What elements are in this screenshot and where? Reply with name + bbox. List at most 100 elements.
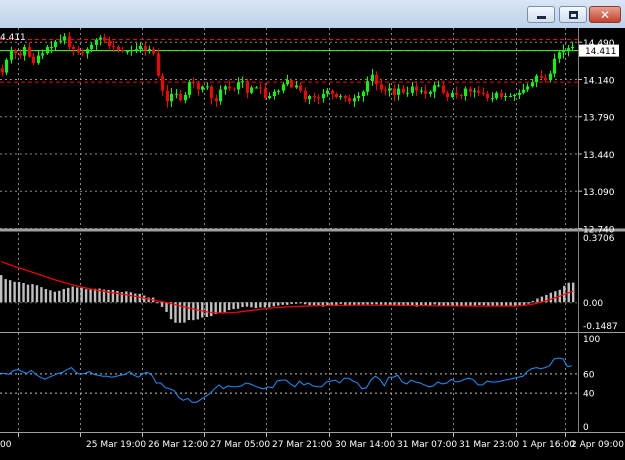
chart-area[interactable]: 4.411 14.49014.14013.79013.44013.09012.7…: [0, 28, 625, 460]
macd-bar: [84, 289, 88, 303]
candle-body: [130, 50, 133, 52]
macd-bar: [272, 302, 275, 307]
macd-bar: [303, 302, 307, 305]
candle-body: [518, 92, 521, 95]
candle-body: [50, 47, 53, 49]
macd-bar: [549, 292, 553, 303]
candle-body: [99, 37, 102, 40]
macd-bar: [469, 302, 472, 306]
candle-body: [362, 91, 365, 96]
candle-body: [317, 97, 320, 99]
macd-bar: [80, 287, 83, 303]
candle-body: [308, 96, 311, 100]
candle-body: [10, 50, 13, 60]
macd-axis-label: 0.3706: [583, 234, 615, 244]
candle-body: [28, 47, 31, 57]
candle-body: [411, 86, 414, 93]
macd-bar: [75, 287, 79, 303]
candle-body: [14, 50, 17, 54]
macd-bar: [89, 289, 92, 303]
macd-bar: [35, 285, 39, 303]
current-price-label: 14.411: [585, 47, 617, 57]
macd-bar: [312, 302, 316, 306]
candle-body: [81, 52, 84, 54]
macd-bar: [429, 302, 432, 306]
candle-body: [366, 81, 369, 92]
chart-background: [0, 28, 625, 460]
candle-body: [219, 89, 222, 102]
macd-bar: [375, 302, 378, 305]
time-axis-label: 31 Mar 23:00: [459, 440, 519, 450]
candle-body: [437, 85, 440, 87]
macd-bar: [67, 287, 70, 303]
candle-body: [277, 90, 280, 92]
candle-body: [451, 92, 454, 98]
macd-bar: [58, 290, 61, 303]
macd-bar: [366, 302, 369, 305]
candle-body: [210, 86, 213, 99]
macd-bar: [263, 302, 267, 308]
candle-body: [380, 84, 383, 90]
macd-bar: [26, 284, 30, 303]
candle-body: [32, 56, 35, 63]
candle-body: [326, 90, 329, 94]
candle-body: [224, 86, 227, 90]
candle-body: [348, 98, 351, 102]
macd-bar: [572, 282, 575, 303]
macd-bar: [227, 302, 231, 311]
macd-bar: [125, 291, 128, 303]
minimize-icon: [536, 16, 546, 19]
macd-bar: [277, 302, 280, 306]
candle-body: [509, 96, 512, 97]
candle-body: [175, 93, 178, 95]
macd-bar: [496, 302, 499, 306]
macd-bar: [460, 302, 463, 306]
candle-body: [135, 49, 138, 51]
macd-bar: [388, 302, 392, 305]
candle-body: [353, 98, 356, 102]
macd-bar: [357, 302, 360, 305]
macd-bar: [379, 302, 383, 305]
candle-body: [201, 86, 204, 90]
macd-bar: [294, 302, 298, 304]
candle-body: [558, 52, 561, 59]
candle-body: [375, 74, 378, 85]
macd-bar: [397, 302, 401, 306]
macd-bar: [478, 302, 481, 306]
candle-body: [144, 45, 147, 51]
close-button[interactable]: ✕: [589, 6, 621, 23]
candle-body: [402, 88, 405, 93]
minimize-button[interactable]: [527, 6, 555, 23]
macd-bar: [44, 288, 48, 303]
oscillator-axis-label: 40: [583, 390, 595, 400]
candle-body: [415, 86, 418, 91]
macd-bar: [518, 302, 521, 306]
candle-body: [464, 88, 467, 96]
macd-bar: [335, 302, 338, 306]
candle-body: [72, 47, 75, 50]
candle-body: [23, 47, 26, 56]
candle-body: [250, 87, 253, 93]
macd-bar: [138, 293, 141, 303]
candle-body: [46, 47, 49, 54]
macd-bar: [308, 302, 311, 306]
price-axis-label: 13.790: [583, 114, 615, 124]
time-axis-label: 25 Mar 19:00: [86, 440, 146, 450]
maximize-button[interactable]: [559, 6, 587, 23]
candle-body: [41, 53, 44, 56]
macd-bar: [290, 302, 293, 304]
candle-body: [469, 88, 472, 92]
candle-body: [192, 82, 195, 84]
macd-bar: [22, 282, 25, 303]
macd-bar: [0, 275, 3, 303]
candle-body: [206, 86, 209, 88]
candle-body: [246, 81, 249, 93]
candle-body: [429, 91, 432, 94]
macd-bar: [160, 302, 164, 307]
candle-body: [63, 36, 66, 41]
candle-body: [295, 85, 298, 88]
macd-bar: [554, 291, 557, 303]
candle-body: [215, 98, 218, 102]
candle-body: [170, 93, 173, 102]
macd-bar: [17, 282, 21, 303]
